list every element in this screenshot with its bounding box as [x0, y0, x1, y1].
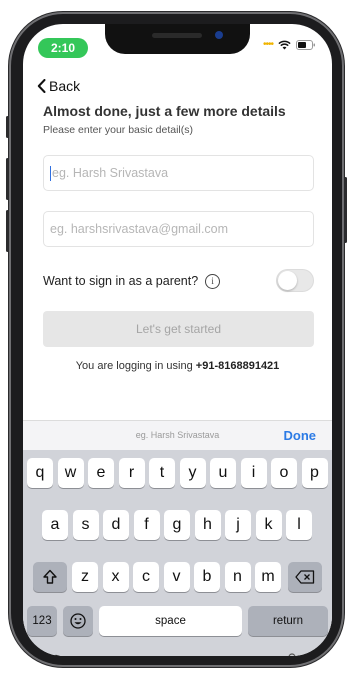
key-r[interactable]: r: [118, 458, 145, 488]
battery-icon: [296, 39, 315, 50]
key-u[interactable]: u: [210, 458, 236, 488]
key-n[interactable]: n: [224, 562, 251, 592]
key-p[interactable]: p: [301, 458, 328, 488]
backspace-key[interactable]: [288, 562, 322, 592]
key-v[interactable]: v: [163, 562, 190, 592]
emoji-icon: [70, 613, 86, 629]
get-started-button[interactable]: Let's get started: [43, 311, 314, 347]
volume-up-button: [6, 158, 9, 200]
key-e[interactable]: e: [88, 458, 114, 488]
key-q[interactable]: q: [27, 458, 53, 488]
keyboard: 123 space return qwertyuiop asdfghjkl zxcv…: [23, 450, 332, 656]
key-d[interactable]: d: [103, 510, 129, 540]
chevron-left-icon: [37, 79, 46, 93]
parent-label: Want to sign in as a parent?: [43, 274, 199, 288]
status-indicators: ••••: [263, 39, 316, 50]
key-s[interactable]: s: [72, 510, 99, 540]
name-placeholder: eg. Harsh Srivastava: [52, 166, 169, 180]
camera-icon: [215, 31, 223, 39]
status-time: 2:10: [38, 38, 88, 58]
text-cursor: [50, 166, 51, 182]
back-button[interactable]: Back: [37, 78, 80, 94]
wifi-icon: [278, 40, 291, 49]
email-input[interactable]: eg. harshsrivastava@gmail.com: [43, 211, 314, 247]
toggle-knob: [278, 271, 297, 290]
back-label: Back: [49, 78, 81, 94]
done-button[interactable]: Done: [284, 428, 317, 443]
keyboard-accessory-bar: eg. Harsh Srivastava Done: [23, 420, 332, 451]
power-button: [344, 177, 347, 243]
key-f[interactable]: f: [133, 510, 160, 540]
key-m[interactable]: m: [255, 562, 281, 592]
emoji-key[interactable]: [63, 606, 93, 636]
key-g[interactable]: g: [164, 510, 190, 540]
key-o[interactable]: o: [271, 458, 297, 488]
email-placeholder: eg. harshsrivastava@gmail.com: [50, 222, 229, 236]
parent-toggle[interactable]: [276, 269, 314, 292]
screen: 2:10 •••• Back Almost done, just a few m…: [23, 24, 332, 656]
mute-switch: [6, 116, 9, 138]
speaker-grille: [152, 33, 202, 38]
page-subtitle: Please enter your basic detail(s): [43, 124, 193, 136]
key-t[interactable]: t: [149, 458, 175, 488]
name-input[interactable]: eg. Harsh Srivastava: [43, 155, 314, 191]
key-w[interactable]: w: [57, 458, 84, 488]
key-l[interactable]: l: [286, 510, 312, 540]
return-key[interactable]: return: [248, 606, 328, 636]
microphone-icon[interactable]: [285, 653, 299, 656]
shift-icon: [43, 569, 57, 584]
key-x[interactable]: x: [102, 562, 129, 592]
numbers-key[interactable]: 123: [27, 606, 57, 636]
key-a[interactable]: a: [42, 510, 68, 540]
key-i[interactable]: i: [240, 458, 267, 488]
shift-key[interactable]: [33, 562, 67, 592]
key-z[interactable]: z: [72, 562, 98, 592]
info-icon[interactable]: i: [205, 273, 221, 289]
key-k[interactable]: k: [255, 510, 282, 540]
login-phone: +91-8168891421: [195, 360, 280, 372]
key-y[interactable]: y: [179, 458, 206, 488]
globe-icon[interactable]: [46, 654, 66, 656]
key-h[interactable]: h: [194, 510, 221, 540]
login-info: You are logging in using +91-8168891421: [23, 360, 332, 372]
parent-option-row: Want to sign in as a parent? i: [43, 269, 314, 293]
signal-icon: ••••: [262, 39, 274, 50]
key-b[interactable]: b: [194, 562, 220, 592]
key-j[interactable]: j: [225, 510, 251, 540]
page-title: Almost done, just a few more details: [43, 103, 286, 119]
login-prefix: You are logging in using: [75, 360, 193, 372]
volume-down-button: [6, 210, 9, 252]
space-key[interactable]: space: [99, 606, 242, 636]
key-c[interactable]: c: [133, 562, 159, 592]
backspace-icon: [295, 570, 315, 584]
notch: [105, 24, 250, 54]
